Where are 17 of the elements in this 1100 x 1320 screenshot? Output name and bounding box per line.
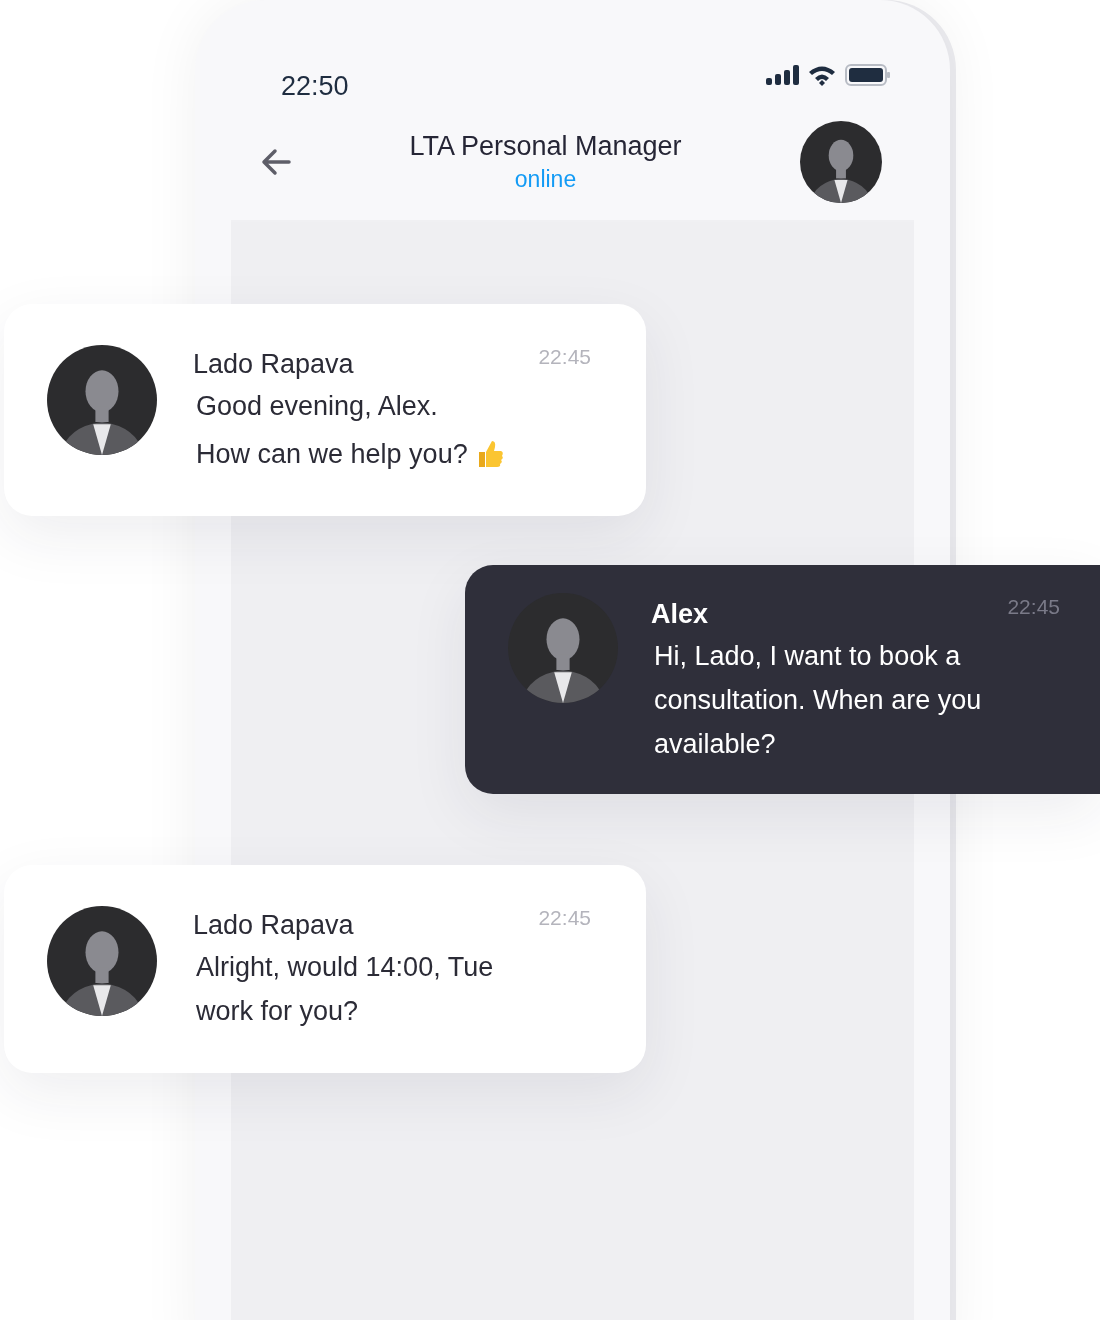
- message-text: Good evening, Alex.: [196, 390, 438, 423]
- message-time: 22:45: [538, 906, 591, 930]
- message-text: Hi, Lado, I want to book a consultation. When are you available?: [654, 640, 983, 761]
- back-arrow-icon[interactable]: [261, 148, 291, 176]
- clock: 22:50: [281, 71, 349, 102]
- message-text: Alright, would 14:00, Tue work for you?: [196, 951, 495, 1028]
- message-text: How can we help you?: [196, 438, 468, 471]
- sender-name: Lado Rapava: [193, 910, 354, 941]
- message-time: 22:45: [538, 345, 591, 369]
- signal-icon: [766, 65, 799, 85]
- sender-name: Alex: [651, 599, 709, 630]
- wifi-icon: [808, 64, 836, 86]
- chat-title: LTA Personal Manager: [409, 131, 682, 162]
- battery-icon: [845, 64, 890, 86]
- message-time: 22:45: [1007, 595, 1060, 619]
- sender-name: Lado Rapava: [193, 349, 354, 380]
- online-status: online: [514, 166, 577, 193]
